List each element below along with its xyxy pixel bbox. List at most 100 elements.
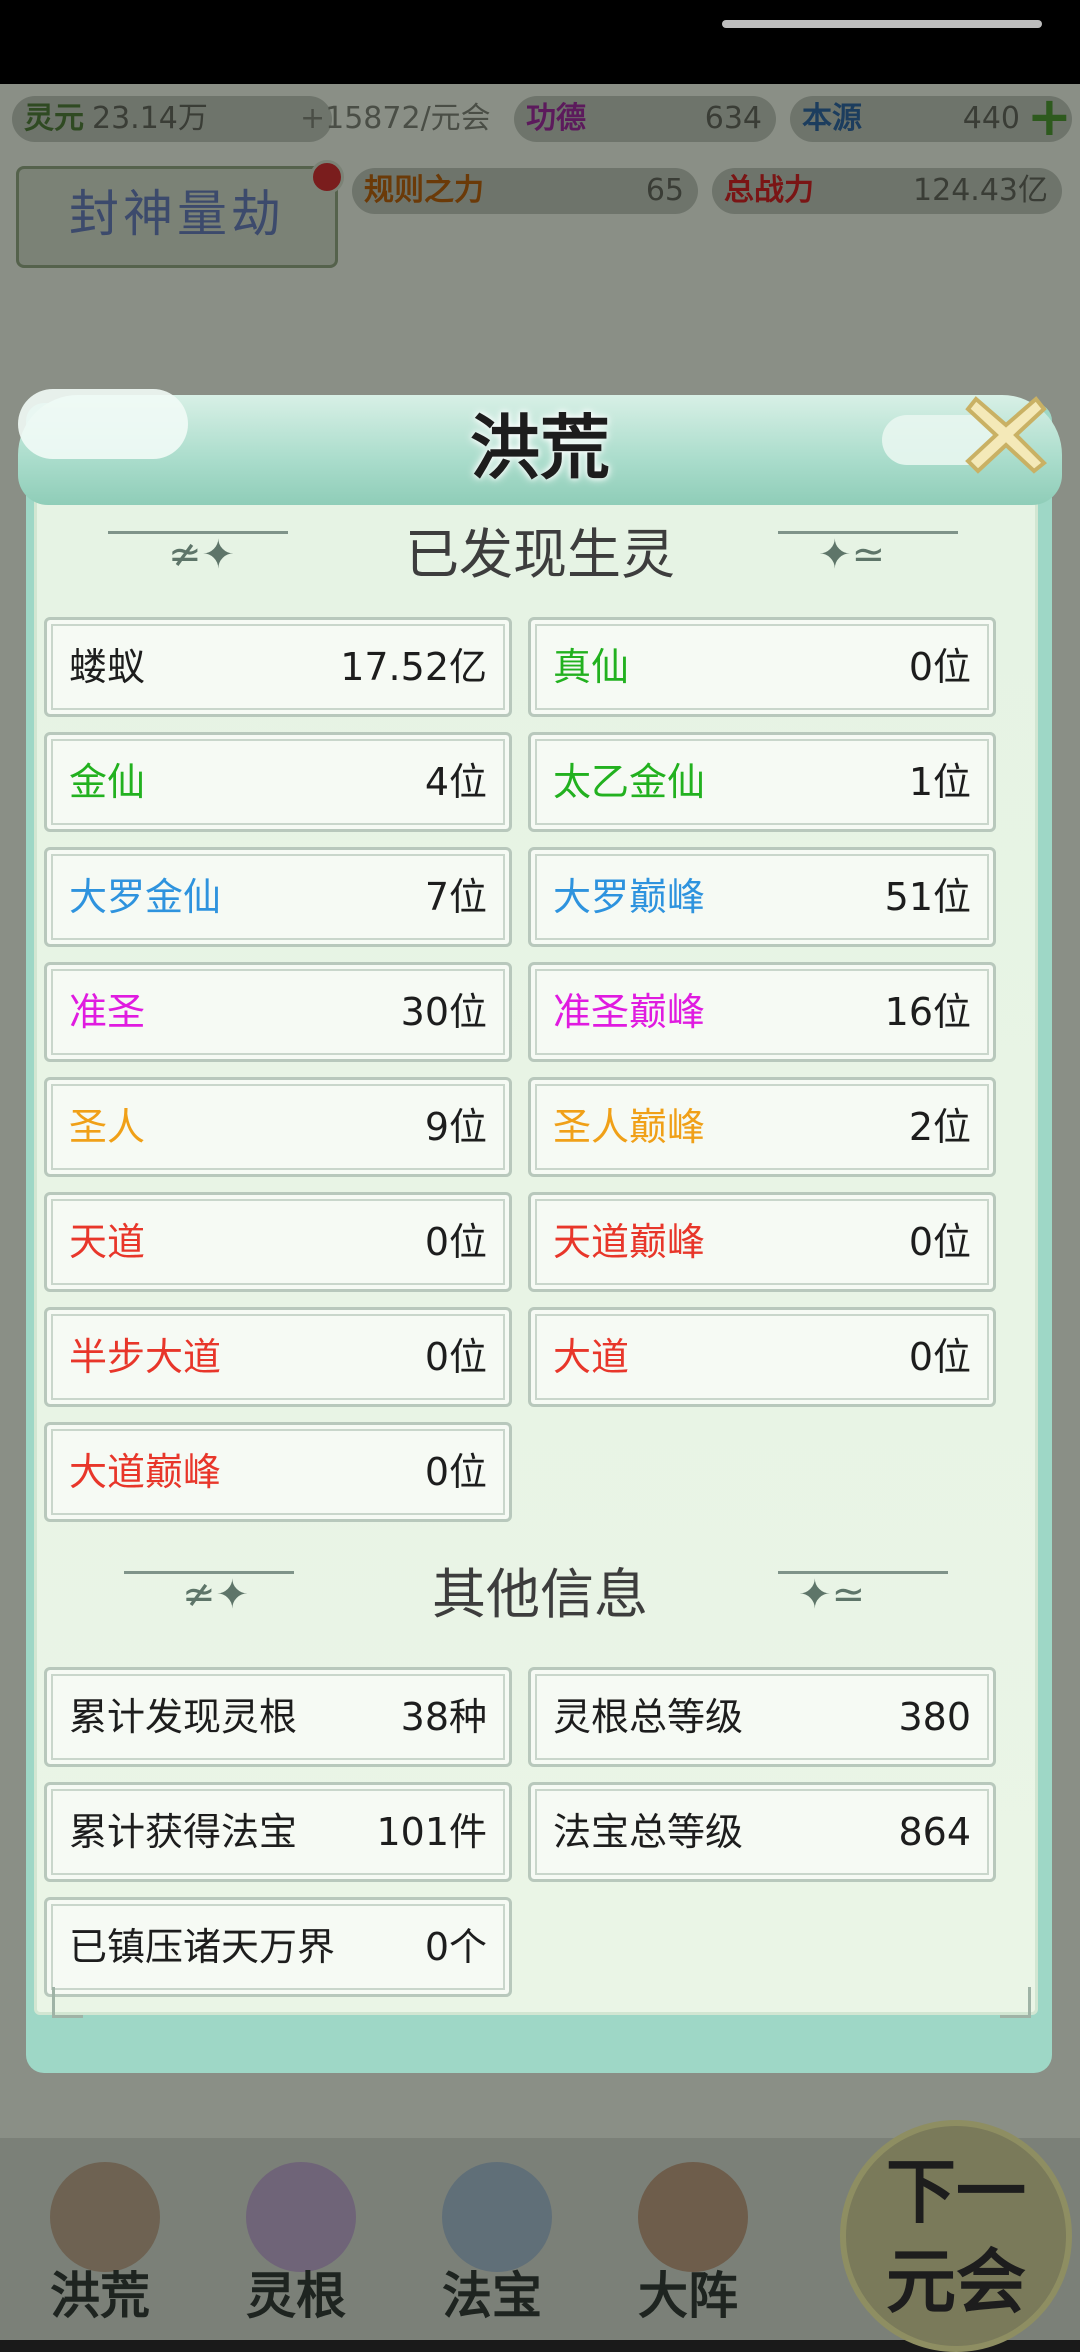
gongde-chip: 功德 634 <box>514 96 776 142</box>
creature-cell: 真仙 0位 <box>528 617 996 717</box>
notification-dot <box>310 160 344 194</box>
creature-label: 半步大道 <box>69 1335 222 1379</box>
creature-value: 1位 <box>908 760 971 804</box>
guize-chip: 规则之力 65 <box>352 168 698 214</box>
lingyuan-label: 灵元 <box>24 101 84 136</box>
lingyuan-chip: 灵元 23.14万 <box>12 96 332 142</box>
fengshen-button[interactable]: 封神量劫 <box>16 166 338 268</box>
creature-label: 大罗金仙 <box>69 875 222 919</box>
creature-cell: 金仙 4位 <box>44 732 512 832</box>
corner-ornament <box>52 1987 83 2018</box>
info-label: 已镇压诸天万界 <box>69 1925 336 1969</box>
creature-label: 蝼蚁 <box>69 645 146 689</box>
info-cell: 已镇压诸天万界 0个 <box>44 1897 512 1997</box>
info-label: 累计获得法宝 <box>69 1810 298 1854</box>
info-cell: 法宝总等级 864 <box>528 1782 996 1882</box>
nav-label: 大阵 <box>638 2266 738 2325</box>
gongde-value: 634 <box>704 101 762 136</box>
plus-icon[interactable]: + <box>1027 90 1072 144</box>
creature-label: 准圣 <box>69 990 146 1034</box>
info-cell: 灵根总等级 380 <box>528 1667 996 1767</box>
benyuan-chip: 本源 440 + <box>790 90 1072 144</box>
creature-cell: 大道巅峰 0位 <box>44 1422 512 1522</box>
guize-label: 规则之力 <box>364 173 484 208</box>
creature-value: 0位 <box>424 1220 487 1264</box>
lingyuan-rate: +15872/元会 <box>300 101 491 136</box>
creature-value: 0位 <box>424 1450 487 1494</box>
creature-cell: 天道巅峰 0位 <box>528 1192 996 1292</box>
creature-value: 4位 <box>424 760 487 804</box>
nav-label: 灵根 <box>246 2266 346 2325</box>
status-bar <box>0 0 1080 84</box>
next-line1: 下一 <box>886 2150 1026 2233</box>
honghuang-modal: 洪荒 已发现生灵 ≄✦ ✦≃ 蝼蚁 17.52亿 真仙 0位 金仙 4位 太乙金… <box>18 355 1062 2075</box>
creature-value: 2位 <box>908 1105 971 1149</box>
creature-value: 30位 <box>400 990 487 1034</box>
nav-label: 法宝 <box>442 2266 542 2325</box>
section-title-other: 其他信息 <box>18 1555 1062 1635</box>
creature-label: 天道 <box>69 1220 146 1264</box>
swirl-right-icon: ✦≃ <box>818 532 886 578</box>
creature-value: 0位 <box>908 1335 971 1379</box>
nav-dazhen[interactable]: 大阵 <box>588 2138 788 2340</box>
info-label: 灵根总等级 <box>553 1695 744 1739</box>
creature-cell: 大罗金仙 7位 <box>44 847 512 947</box>
close-icon[interactable] <box>958 385 1054 481</box>
creature-cell: 半步大道 0位 <box>44 1307 512 1407</box>
lingyuan-rate-chip: +15872/元会 <box>292 96 512 142</box>
nav-fabao[interactable]: 法宝 <box>392 2138 592 2340</box>
creature-label: 真仙 <box>553 645 630 689</box>
creature-cell: 准圣巅峰 16位 <box>528 962 996 1062</box>
info-label: 累计发现灵根 <box>69 1695 298 1739</box>
info-value: 864 <box>898 1810 971 1854</box>
lingyuan-value: 23.14万 <box>92 101 208 136</box>
creature-value: 16位 <box>884 990 971 1034</box>
resource-bar: 灵元 23.14万 +15872/元会 功德 634 本源 440 + <box>12 90 1072 144</box>
info-cell: 累计发现灵根 38种 <box>44 1667 512 1767</box>
swirl-left-icon: ≄✦ <box>182 1572 250 1618</box>
creature-value: 51位 <box>884 875 971 919</box>
creature-cell: 准圣 30位 <box>44 962 512 1062</box>
fengshen-label: 封神量劫 <box>69 185 285 243</box>
info-value: 380 <box>898 1695 971 1739</box>
creature-label: 圣人巅峰 <box>553 1105 706 1149</box>
info-value: 101件 <box>376 1810 487 1854</box>
creature-label: 大道巅峰 <box>69 1450 222 1494</box>
gesture-pill <box>722 20 1042 28</box>
creature-label: 大罗巅峰 <box>553 875 706 919</box>
info-value: 0个 <box>424 1925 487 1969</box>
creature-label: 金仙 <box>69 760 146 804</box>
creature-cell: 太乙金仙 1位 <box>528 732 996 832</box>
info-value: 38种 <box>400 1695 487 1739</box>
next-yuanhui-button[interactable]: 下一 元会 <box>840 2120 1072 2352</box>
benyuan-value: 440 <box>962 101 1020 136</box>
swirl-left-icon: ≄✦ <box>168 532 236 578</box>
creature-value: 0位 <box>424 1335 487 1379</box>
nav-label: 洪荒 <box>50 2266 150 2325</box>
section-title-text: 已发现生灵 <box>405 523 675 586</box>
modal-header: 洪荒 <box>18 355 1062 505</box>
swirl-right-icon: ✦≃ <box>798 1572 866 1618</box>
creature-cell: 大罗巅峰 51位 <box>528 847 996 947</box>
info-label: 法宝总等级 <box>553 1810 744 1854</box>
zongzhanli-label: 总战力 <box>724 173 814 208</box>
zongzhanli-chip: 总战力 124.43亿 <box>712 168 1062 214</box>
creature-label: 准圣巅峰 <box>553 990 706 1034</box>
nav-honghuang[interactable]: 洪荒 <box>0 2138 200 2340</box>
next-line2: 元会 <box>886 2240 1026 2323</box>
creature-value: 9位 <box>424 1105 487 1149</box>
creature-label: 天道巅峰 <box>553 1220 706 1264</box>
gongde-label: 功德 <box>526 101 586 136</box>
corner-ornament <box>1000 1987 1031 2018</box>
creature-cell: 蝼蚁 17.52亿 <box>44 617 512 717</box>
section-title-text: 其他信息 <box>432 1563 648 1626</box>
zongzhanli-value: 124.43亿 <box>913 173 1048 208</box>
creature-cell: 天道 0位 <box>44 1192 512 1292</box>
creature-label: 太乙金仙 <box>553 760 706 804</box>
creature-cell: 圣人巅峰 2位 <box>528 1077 996 1177</box>
creature-value: 0位 <box>908 645 971 689</box>
benyuan-label: 本源 <box>802 101 862 136</box>
nav-linggen[interactable]: 灵根 <box>196 2138 396 2340</box>
creature-label: 圣人 <box>69 1105 146 1149</box>
creature-value: 0位 <box>908 1220 971 1264</box>
